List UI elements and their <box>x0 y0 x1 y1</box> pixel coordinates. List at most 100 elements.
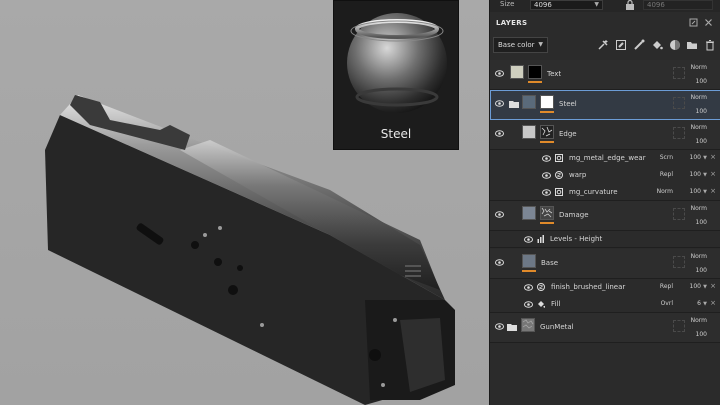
blend-mode[interactable]: Ovrl <box>661 300 673 307</box>
texture-size-bar: Size 4096 ▼ 4096 <box>490 0 720 12</box>
layer-name: Steel <box>559 100 577 108</box>
effect-row-levels-height[interactable]: Levels - Height <box>490 231 720 248</box>
blend-mode[interactable]: Norm <box>691 124 707 131</box>
blend-mode[interactable]: Norm <box>691 205 707 212</box>
opacity-value[interactable]: 100 <box>696 138 707 145</box>
opacity-value[interactable]: 100 <box>696 219 707 226</box>
trash-icon[interactable] <box>704 39 716 51</box>
layer-mask-thumbnail[interactable] <box>540 125 554 139</box>
layer-row-damage[interactable]: Damage Norm 100 <box>490 201 720 231</box>
opacity-value[interactable]: 100 <box>690 154 701 161</box>
channel-dropdown[interactable]: Base color ▼ <box>493 37 548 53</box>
paint-layer-icon[interactable] <box>633 39 645 51</box>
close-icon[interactable]: × <box>710 299 716 307</box>
effect-name: Fill <box>551 300 561 308</box>
close-icon[interactable]: × <box>710 282 716 290</box>
opacity-value[interactable]: 100 <box>690 188 701 195</box>
layer-mask-thumbnail[interactable] <box>540 95 554 109</box>
blend-mode[interactable]: Norm <box>691 94 707 101</box>
layer-mask-thumbnail[interactable] <box>528 65 542 79</box>
layer-row-gunmetal[interactable]: GunMetal Norm 100 <box>490 313 720 343</box>
chevron-down-icon[interactable]: ▼ <box>703 284 707 290</box>
size-locked-field: 4096 <box>643 0 713 10</box>
opacity-value[interactable]: 100 <box>690 171 701 178</box>
layers-title: LAYERS <box>496 19 528 27</box>
effect-row-warp[interactable]: warp Repl 100 ▼ × <box>490 167 720 184</box>
opacity-value[interactable]: 100 <box>696 78 707 85</box>
opacity-value[interactable]: 100 <box>696 267 707 274</box>
blend-mode[interactable]: Norm <box>691 317 707 324</box>
mask-indicator <box>540 222 554 224</box>
blend-mode[interactable]: Scrn <box>660 154 673 161</box>
eye-icon[interactable] <box>495 130 504 137</box>
add-effect-icon[interactable] <box>597 39 609 51</box>
levels-icon <box>537 235 544 243</box>
opacity-value[interactable]: 100 <box>690 283 701 290</box>
folder-add-icon[interactable] <box>686 39 698 51</box>
blend-preview-box <box>673 97 685 109</box>
layer-name: Text <box>547 70 562 78</box>
layers-panel: Size 4096 ▼ 4096 LAYERS Base color ▼ Tex… <box>489 0 720 405</box>
layer-row-steel[interactable]: Steel Norm 100 <box>490 90 720 120</box>
effect-row-fill[interactable]: Fill Ovrl 6 ▼ × <box>490 296 720 313</box>
opacity-value[interactable]: 6 <box>697 300 701 307</box>
blend-mode[interactable]: Repl <box>660 171 673 178</box>
blend-preview-box <box>673 320 685 332</box>
blend-mode[interactable]: Repl <box>660 283 673 290</box>
blend-mode[interactable]: Norm <box>691 64 707 71</box>
filter-icon <box>555 171 563 179</box>
layer-thumbnail <box>510 65 524 79</box>
layer-mask-thumbnail[interactable] <box>540 206 554 220</box>
layer-thumbnail <box>522 95 536 109</box>
mask-noise-pattern <box>541 126 553 137</box>
fill-layer-icon[interactable] <box>651 39 663 51</box>
generator-icon <box>555 154 563 162</box>
close-icon[interactable]: × <box>710 187 716 195</box>
chevron-down-icon[interactable]: ▼ <box>703 172 707 178</box>
effect-name: finish_brushed_linear <box>551 283 626 291</box>
chevron-down-icon[interactable]: ▼ <box>703 189 707 195</box>
layer-thumbnail <box>521 318 535 332</box>
eye-icon[interactable] <box>495 259 504 266</box>
add-mask-icon[interactable] <box>615 39 627 51</box>
eye-icon[interactable] <box>495 100 504 107</box>
chevron-down-icon[interactable]: ▼ <box>703 301 707 307</box>
eye-icon[interactable] <box>524 284 533 291</box>
dock-icon[interactable] <box>689 18 698 27</box>
eye-icon[interactable] <box>524 301 533 308</box>
blend-mode[interactable]: Norm <box>657 188 673 195</box>
effect-row-metal-edge-wear[interactable]: mg_metal_edge_wear Scrn 100 ▼ × <box>490 150 720 167</box>
size-dropdown[interactable]: 4096 ▼ <box>530 0 603 10</box>
mask-indicator <box>540 141 554 143</box>
eye-icon[interactable] <box>495 323 504 330</box>
eye-icon[interactable] <box>542 189 551 196</box>
eye-icon[interactable] <box>542 155 551 162</box>
material-sphere <box>347 13 447 113</box>
eye-icon[interactable] <box>495 211 504 218</box>
chevron-down-icon[interactable]: ▼ <box>703 155 707 161</box>
close-icon[interactable]: × <box>710 170 716 178</box>
layer-name: Damage <box>559 211 589 219</box>
material-layer-icon[interactable] <box>669 39 681 51</box>
thumbnail-noise-pattern <box>522 319 534 329</box>
size-label: Size <box>500 0 515 8</box>
close-panel-icon[interactable] <box>704 18 713 27</box>
material-preview: Steel <box>333 0 459 150</box>
filter-icon <box>537 283 545 291</box>
opacity-value[interactable]: 100 <box>696 108 707 115</box>
lock-icon[interactable] <box>625 0 635 10</box>
layer-row-base[interactable]: Base Norm 100 <box>490 249 720 279</box>
fill-bucket-icon <box>538 301 545 308</box>
effect-row-curvature[interactable]: mg_curvature Norm 100 ▼ × <box>490 184 720 201</box>
layer-row-edge[interactable]: Edge Norm 100 <box>490 120 720 150</box>
opacity-value[interactable]: 100 <box>696 331 707 338</box>
close-icon[interactable]: × <box>710 153 716 161</box>
blend-mode[interactable]: Norm <box>691 253 707 260</box>
effect-row-finish-brushed-linear[interactable]: finish_brushed_linear Repl 100 ▼ × <box>490 279 720 296</box>
eye-icon[interactable] <box>495 70 504 77</box>
layer-row-text[interactable]: Text Norm 100 <box>490 60 720 90</box>
viewport-3d[interactable]: Steel <box>0 0 489 405</box>
eye-icon[interactable] <box>542 172 551 179</box>
eye-icon[interactable] <box>524 236 533 243</box>
layer-thumbnail <box>522 206 536 220</box>
